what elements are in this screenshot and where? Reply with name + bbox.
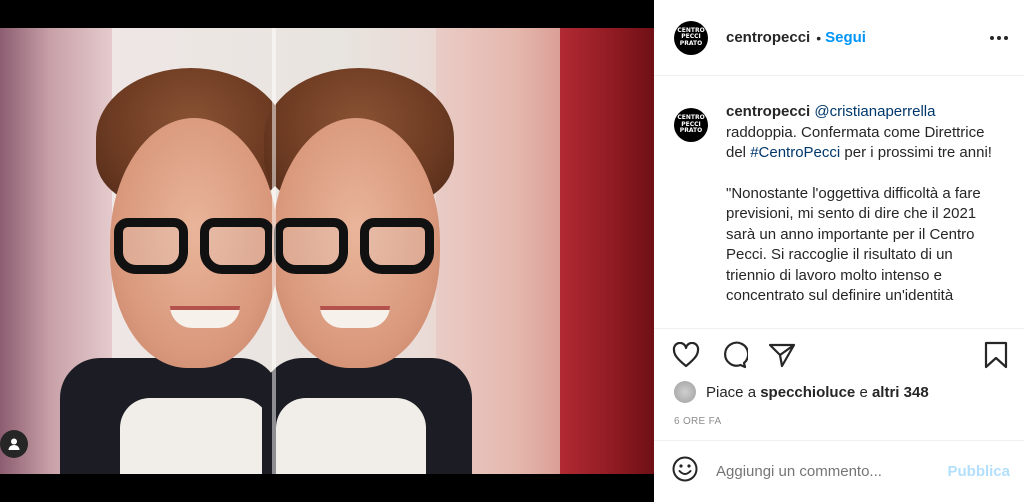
post-photo[interactable] xyxy=(0,28,654,474)
photo-mirror-seam xyxy=(272,28,276,474)
photo-shirt-left xyxy=(120,398,270,474)
post-timestamp[interactable]: 6 ORE FA xyxy=(674,416,721,427)
profile-username[interactable]: centropecci xyxy=(726,29,810,46)
emoji-icon[interactable] xyxy=(672,456,698,487)
action-bar xyxy=(654,328,1024,386)
likes-connector: e xyxy=(859,383,868,401)
caption-avatar[interactable]: CENTRO PECCI PRATO xyxy=(674,108,708,142)
liker-username[interactable]: specchioluce xyxy=(760,384,855,401)
likes-prefix: Piace a xyxy=(706,383,757,401)
photo-glasses-right xyxy=(272,218,440,276)
likes-others-link[interactable]: altri 348 xyxy=(872,384,929,401)
more-icon[interactable] xyxy=(990,35,1008,40)
heart-icon[interactable] xyxy=(672,341,700,373)
caption-area: CENTRO PECCI PRATO centropecci @cristian… xyxy=(654,76,1024,329)
publish-button[interactable]: Pubblica xyxy=(947,463,1010,480)
header-separator: • xyxy=(816,29,822,46)
follow-button[interactable]: Segui xyxy=(825,29,866,46)
comment-input[interactable] xyxy=(716,463,916,480)
instagram-post: CENTRO PECCI PRATO centropecci • Segui C… xyxy=(0,0,1024,502)
profile-avatar[interactable]: CENTRO PECCI PRATO xyxy=(674,20,708,55)
comment-bar: Pubblica xyxy=(654,440,1024,502)
caption-hashtag-link[interactable]: #CentroPecci xyxy=(750,144,840,161)
caption-username[interactable]: centropecci xyxy=(726,103,810,120)
liker-avatar[interactable] xyxy=(674,381,696,403)
photo-smile-left xyxy=(170,306,240,328)
post-header: CENTRO PECCI PRATO centropecci • Segui xyxy=(654,0,1024,76)
caption-text-part2: per i prossimi tre anni! xyxy=(840,144,992,161)
photo-red-curtain xyxy=(560,28,654,474)
comment-icon[interactable] xyxy=(720,341,750,374)
photo-smile-right xyxy=(320,306,390,328)
share-icon[interactable] xyxy=(768,342,796,373)
caption-text: centropecci @cristianaperrella raddoppia… xyxy=(726,102,1006,329)
caption-paragraph-2: "Nonostante l'oggettiva difficoltà a far… xyxy=(726,184,981,305)
post-media xyxy=(0,0,654,502)
likes-row: Piace a specchioluce e altri 348 xyxy=(674,381,929,403)
bookmark-icon[interactable] xyxy=(984,341,1008,374)
photo-glasses-left xyxy=(110,218,278,276)
post-side-panel: CENTRO PECCI PRATO centropecci • Segui C… xyxy=(654,0,1024,502)
caption-mention-link[interactable]: @cristianaperrella xyxy=(814,103,935,120)
photo-shirt-right xyxy=(276,398,426,474)
user-tag-icon[interactable] xyxy=(0,430,28,458)
